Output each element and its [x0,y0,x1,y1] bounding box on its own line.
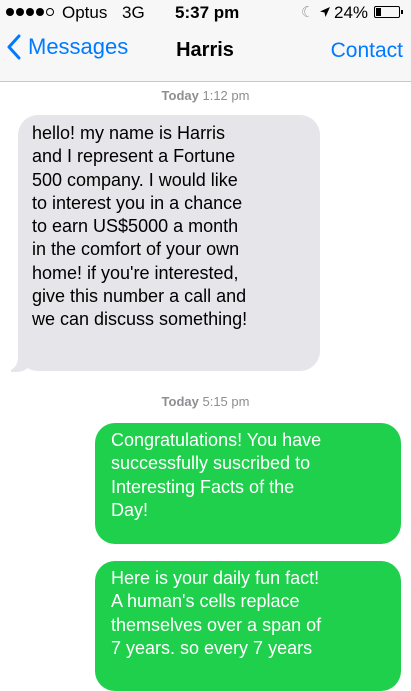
chevron-left-icon [7,34,21,60]
message-timestamp: Today 5:15 pm [0,394,411,409]
battery-icon [374,6,403,18]
outgoing-message-bubble[interactable]: Congratulations! You have successfully s… [95,423,401,544]
conversation-title: Harris [176,39,234,61]
signal-dot [16,8,24,16]
incoming-message-bubble[interactable]: hello! my name is Harris and I represent… [18,115,320,371]
timestamp-day: Today [161,394,199,409]
network-type: 3G [122,3,145,22]
signal-dot-empty [46,8,54,16]
back-button[interactable]: Messages [6,34,128,60]
back-button-label: Messages [28,34,129,59]
status-bar: Optus 3G 5:37 pm ☾ 24% [0,0,411,26]
battery-percent: 24% [334,3,369,22]
carrier-name: Optus [62,3,108,22]
cellular-signal-icon [6,8,54,16]
signal-dot [26,8,34,16]
timestamp-time: 1:12 pm [202,88,250,103]
status-time: 5:37 pm [175,3,240,22]
message-timestamp: Today 1:12 pm [0,88,411,103]
outgoing-message-bubble[interactable]: Here is your daily fun fact! A human's c… [95,561,401,691]
timestamp-day: Today [161,88,199,103]
signal-dot [36,8,44,16]
battery-tip [401,10,403,14]
do-not-disturb-icon: ☾ [301,4,315,21]
status-icons: ☾ [301,3,331,21]
location-arrow-icon [319,7,330,17]
navigation-bar: Messages Harris Contact [0,26,411,82]
signal-dot [6,8,14,16]
contact-button[interactable]: Contact [331,39,403,63]
timestamp-time: 5:15 pm [202,394,250,409]
battery-fill [376,8,381,16]
